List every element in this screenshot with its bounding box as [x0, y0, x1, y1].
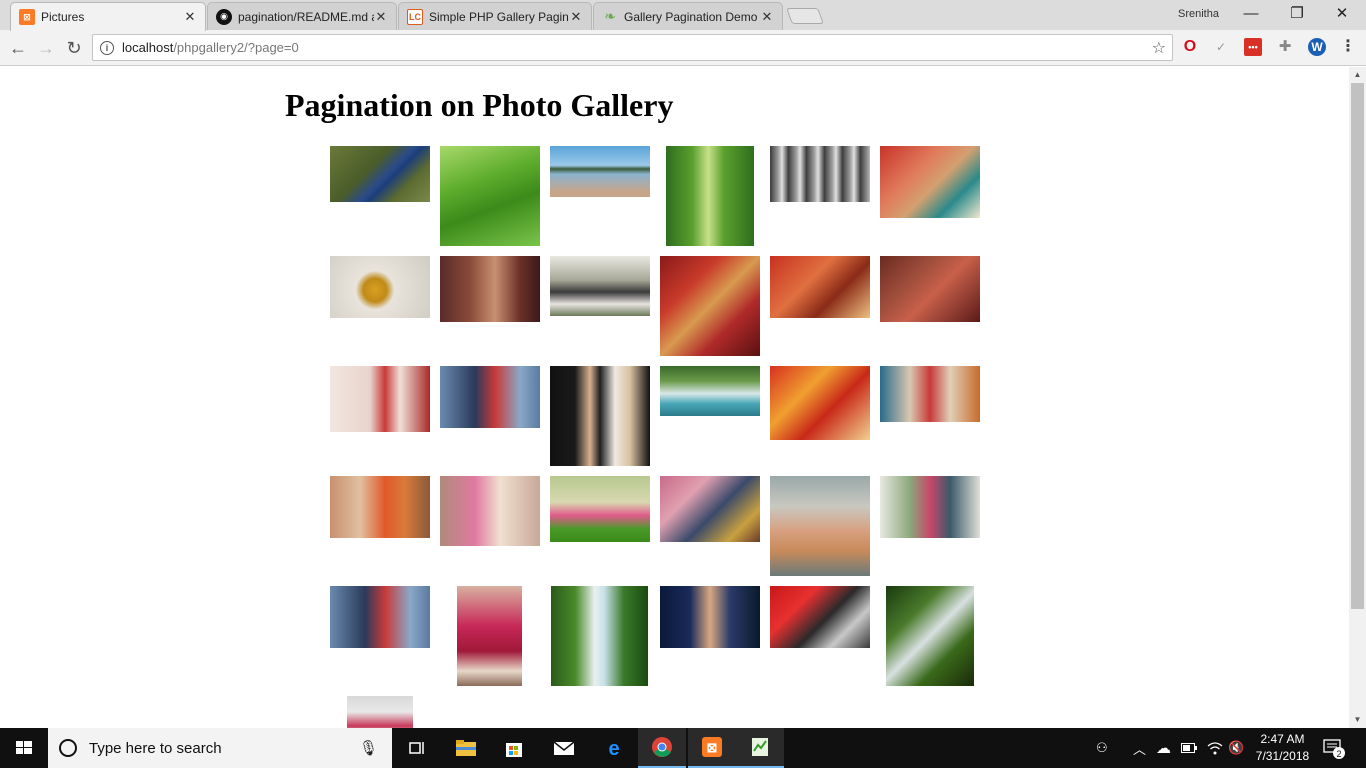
couple-closeup-photo[interactable] [660, 476, 760, 542]
clock[interactable]: 2:47 AM 7/31/2018 [1245, 731, 1320, 765]
tab-pictures[interactable]: ⊠ Pictures ✕ [10, 2, 206, 31]
close-icon[interactable]: ✕ [374, 9, 388, 25]
svg-text:⊠: ⊠ [707, 740, 718, 755]
people-icon[interactable]: ⚇ [1096, 728, 1108, 768]
back-arrow-icon[interactable]: ← [6, 36, 30, 60]
close-icon[interactable]: ✕ [569, 9, 583, 25]
reload-icon[interactable]: ↻ [62, 36, 86, 60]
new-tab-button[interactable] [786, 8, 824, 24]
xampp-icon[interactable]: ⊠ [688, 728, 736, 768]
partial-photo[interactable] [347, 696, 413, 728]
lake-photo[interactable] [550, 146, 650, 197]
scrollbar-thumb[interactable] [1351, 83, 1364, 609]
clock-time: 2:47 AM [1260, 732, 1305, 746]
store-icon[interactable] [490, 728, 538, 768]
notepad-icon[interactable] [736, 728, 784, 768]
url-path: /phpgallery2/?page=0 [173, 40, 299, 55]
search-placeholder: Type here to search [89, 739, 222, 757]
taskbar-search-input[interactable]: Type here to search 🎙 [48, 728, 392, 768]
lc-favicon-icon: LC [407, 8, 423, 25]
url-host: localhost [122, 40, 174, 55]
waterfall-wide-photo[interactable] [660, 366, 760, 416]
couple-garden-photo[interactable] [880, 476, 980, 538]
tab-readme[interactable]: ◉ pagination/README.md a ✕ [207, 2, 397, 30]
w-extension-icon[interactable]: W [1308, 38, 1326, 56]
forward-arrow-icon[interactable]: → [34, 36, 58, 60]
dots-extension-icon[interactable]: ••• [1244, 38, 1262, 56]
puzzle-extension-icon[interactable]: ✚ [1276, 38, 1294, 56]
info-icon[interactable]: i [100, 40, 114, 55]
bride-portrait-photo[interactable] [440, 256, 540, 322]
tab-simple-php-gallery[interactable]: LC Simple PHP Gallery Pagin ✕ [398, 2, 592, 30]
volume-muted-icon[interactable]: 🔇 [1228, 728, 1244, 768]
henna-bangles-photo[interactable] [770, 256, 870, 318]
notification-count: 2 [1336, 749, 1341, 759]
tab-gallery-pagination-demo[interactable]: ❧ Gallery Pagination Demo ✕ [593, 2, 783, 30]
wedding-ceremony-photo[interactable] [880, 366, 980, 422]
henna-hands-photo[interactable] [880, 256, 980, 322]
wifi-icon[interactable] [1207, 728, 1223, 768]
couple-night-photo[interactable] [660, 586, 760, 648]
scrollbar[interactable]: ▲ ▼ [1349, 67, 1366, 728]
browser-chrome: ⊠ Pictures ✕ ◉ pagination/README.md a ✕ … [0, 0, 1366, 66]
icicles-photo[interactable] [770, 146, 870, 202]
window-close-icon[interactable]: ✕ [1322, 2, 1362, 26]
wedding-hands-photo-1[interactable] [880, 146, 980, 218]
close-icon[interactable]: ✕ [183, 9, 197, 25]
edge-icon[interactable]: e [590, 728, 638, 768]
file-explorer-icon[interactable] [442, 728, 490, 768]
xampp-favicon-icon: ⊠ [19, 9, 35, 25]
chrome-icon[interactable] [638, 728, 686, 768]
show-hidden-icons-chevron-icon[interactable]: ︿ [1133, 728, 1146, 768]
address-bar[interactable]: i localhost/phpgallery2/?page=0 ☆ [92, 34, 1173, 61]
couple-walking-photo[interactable] [550, 256, 650, 316]
task-view-icon[interactable] [394, 728, 442, 768]
couple-pink-photo[interactable] [440, 476, 540, 546]
opera-extension-icon[interactable]: O [1181, 38, 1199, 56]
rings-photo[interactable] [330, 256, 430, 318]
forest-waterfall-photo[interactable] [886, 586, 974, 686]
close-icon[interactable]: ✕ [760, 9, 774, 25]
couple-lawn-photo[interactable] [550, 476, 650, 542]
couple-portrait-photo[interactable] [550, 366, 650, 466]
onedrive-icon[interactable]: ☁ [1156, 728, 1171, 768]
profile-name[interactable]: Srenitha [1178, 8, 1219, 20]
page-content: Pagination on Photo Gallery [0, 67, 1349, 728]
menu-kebab-icon[interactable]: ⋮ [1339, 38, 1357, 56]
tab-strip: ⊠ Pictures ✕ ◉ pagination/README.md a ✕ … [0, 0, 1366, 31]
bookmark-star-icon[interactable]: ☆ [1152, 38, 1166, 58]
couple-red-photo[interactable] [660, 256, 760, 356]
github-favicon-icon: ◉ [216, 8, 232, 25]
couple-hands-photo[interactable] [330, 366, 430, 432]
battery-icon[interactable] [1181, 728, 1197, 768]
checkmark-extension-icon[interactable]: ✓ [1212, 38, 1230, 56]
grass-photo[interactable] [440, 146, 540, 246]
couple-snow-photo-2[interactable] [330, 586, 430, 648]
couple-snow-photo-1[interactable] [440, 366, 540, 428]
action-center-icon[interactable]: 2 [1322, 728, 1346, 768]
scroll-down-icon[interactable]: ▼ [1349, 712, 1366, 728]
minimize-icon[interactable]: — [1231, 2, 1271, 26]
microphone-icon[interactable]: 🎙 [359, 739, 378, 757]
clock-date: 7/31/2018 [1255, 749, 1310, 763]
tree-path-photo[interactable] [666, 146, 754, 246]
cortana-icon[interactable] [59, 739, 77, 757]
maximize-icon[interactable]: ❐ [1277, 2, 1317, 26]
scroll-up-icon[interactable]: ▲ [1349, 67, 1366, 83]
couple-traditional-photo[interactable] [457, 586, 522, 686]
couple-dance-photo[interactable] [770, 476, 870, 576]
couple-turban-photo[interactable] [330, 476, 430, 538]
page-title: Pagination on Photo Gallery [285, 87, 674, 123]
waterfall-tall-photo[interactable] [551, 586, 648, 686]
taskbar: Type here to search 🎙 e ⊠ ⚇ ︿ ☁ 🔇 2:47 A… [0, 728, 1366, 768]
windows-start-icon[interactable] [0, 728, 48, 768]
red-turban-photo[interactable] [770, 586, 870, 648]
browser-toolbar: ← → ↻ i localhost/phpgallery2/?page=0 ☆ … [0, 30, 1366, 66]
bangles-photo[interactable] [770, 366, 870, 440]
svg-text:e: e [608, 738, 619, 759]
peacock-photo[interactable] [330, 146, 430, 202]
mail-icon[interactable] [540, 728, 588, 768]
leaf-favicon-icon: ❧ [604, 8, 616, 24]
